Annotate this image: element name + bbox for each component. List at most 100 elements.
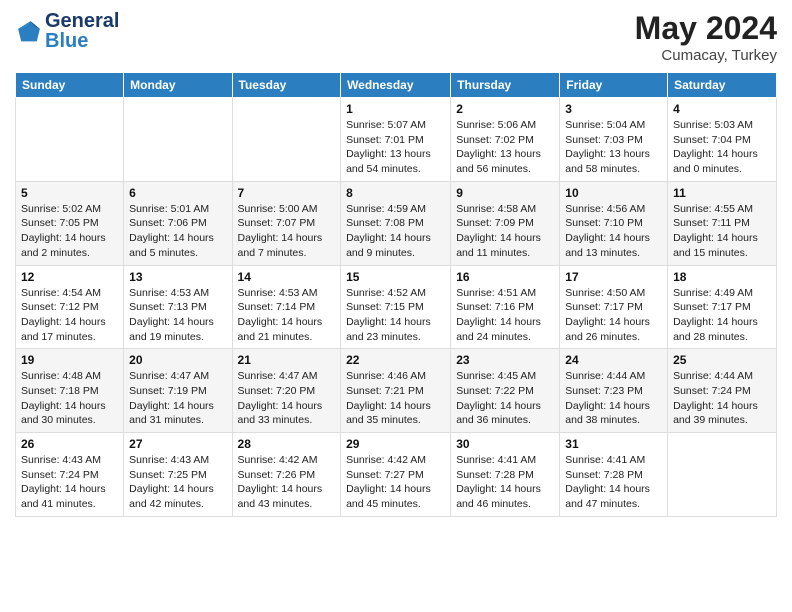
calendar-week-row: 1Sunrise: 5:07 AMSunset: 7:01 PMDaylight… <box>16 98 777 182</box>
calendar-cell: 7Sunrise: 5:00 AMSunset: 7:07 PMDaylight… <box>232 181 341 265</box>
weekday-header: Friday <box>560 73 668 98</box>
calendar-cell: 2 Sunrise: 5:06 AMSunset: 7:02 PMDaylight… <box>451 98 560 182</box>
day-info: Sunrise: 4:51 AMSunset: 7:16 PMDaylight:… <box>456 286 554 345</box>
calendar-cell: 13Sunrise: 4:53 AMSunset: 7:13 PMDayligh… <box>124 265 232 349</box>
day-number: 27 <box>129 437 226 451</box>
day-info: Sunrise: 4:43 AMSunset: 7:24 PMDaylight:… <box>21 453 118 512</box>
calendar-cell: 30Sunrise: 4:41 AMSunset: 7:28 PMDayligh… <box>451 433 560 517</box>
calendar-cell: 23Sunrise: 4:45 AMSunset: 7:22 PMDayligh… <box>451 349 560 433</box>
calendar-week-row: 19 Sunrise: 4:48 AMSunset: 7:18 PMDayligh… <box>16 349 777 433</box>
day-info: Sunrise: 4:48 AMSunset: 7:18 PMDaylight:… <box>21 369 118 428</box>
day-info: Sunrise: 4:41 AMSunset: 7:28 PMDaylight:… <box>456 453 554 512</box>
day-info: Sunrise: 4:43 AMSunset: 7:25 PMDaylight:… <box>129 453 226 512</box>
day-number: 18 <box>673 270 771 284</box>
calendar-cell: 28Sunrise: 4:42 AMSunset: 7:26 PMDayligh… <box>232 433 341 517</box>
logo-line2: Blue <box>45 30 119 53</box>
calendar-cell <box>232 98 341 182</box>
day-info: Sunrise: 5:02 AMSunset: 7:05 PMDaylight:… <box>21 202 118 261</box>
weekday-header: Monday <box>124 73 232 98</box>
day-info: Sunrise: 4:55 AMSunset: 7:11 PMDaylight:… <box>673 202 771 261</box>
calendar-table: SundayMondayTuesdayWednesdayThursdayFrid… <box>15 72 777 517</box>
header: General Blue May 2024 Cumacay, Turkey <box>15 10 777 64</box>
day-info: Sunrise: 4:44 AMSunset: 7:23 PMDaylight:… <box>565 369 662 428</box>
day-info: Sunrise: 4:46 AMSunset: 7:21 PMDaylight:… <box>346 369 445 428</box>
calendar-cell <box>668 433 777 517</box>
calendar-cell: 21Sunrise: 4:47 AMSunset: 7:20 PMDayligh… <box>232 349 341 433</box>
calendar-cell: 24 Sunrise: 4:44 AMSunset: 7:23 PMDayligh… <box>560 349 668 433</box>
weekday-header: Saturday <box>668 73 777 98</box>
calendar-cell: 1Sunrise: 5:07 AMSunset: 7:01 PMDaylight… <box>341 98 451 182</box>
day-number: 29 <box>346 437 445 451</box>
day-number: 23 <box>456 353 554 367</box>
day-info: Sunrise: 4:56 AMSunset: 7:10 PMDaylight:… <box>565 202 662 261</box>
calendar-cell: 26 Sunrise: 4:43 AMSunset: 7:24 PMDayligh… <box>16 433 124 517</box>
day-info: Sunrise: 4:41 AMSunset: 7:28 PMDaylight:… <box>565 453 662 512</box>
calendar-cell: 5Sunrise: 5:02 AMSunset: 7:05 PMDaylight… <box>16 181 124 265</box>
day-info: Sunrise: 5:06 AMSunset: 7:02 PMDaylight:… <box>456 118 554 177</box>
day-number: 9 <box>456 186 554 200</box>
day-info: Sunrise: 4:49 AMSunset: 7:17 PMDaylight:… <box>673 286 771 345</box>
calendar-cell: 8Sunrise: 4:59 AMSunset: 7:08 PMDaylight… <box>341 181 451 265</box>
calendar-cell <box>124 98 232 182</box>
calendar-cell: 11 Sunrise: 4:55 AMSunset: 7:11 PMDayligh… <box>668 181 777 265</box>
day-number: 31 <box>565 437 662 451</box>
calendar-cell: 29Sunrise: 4:42 AMSunset: 7:27 PMDayligh… <box>341 433 451 517</box>
day-number: 14 <box>238 270 336 284</box>
calendar-cell: 14 Sunrise: 4:53 AMSunset: 7:14 PMDayligh… <box>232 265 341 349</box>
calendar-cell: 25 Sunrise: 4:44 AMSunset: 7:24 PMDayligh… <box>668 349 777 433</box>
day-number: 12 <box>21 270 118 284</box>
day-info: Sunrise: 4:53 AMSunset: 7:14 PMDaylight:… <box>238 286 336 345</box>
day-number: 20 <box>129 353 226 367</box>
day-info: Sunrise: 4:50 AMSunset: 7:17 PMDaylight:… <box>565 286 662 345</box>
calendar-cell: 17 Sunrise: 4:50 AMSunset: 7:17 PMDayligh… <box>560 265 668 349</box>
day-info: Sunrise: 4:52 AMSunset: 7:15 PMDaylight:… <box>346 286 445 345</box>
logo-icon <box>15 18 43 46</box>
calendar-cell: 12 Sunrise: 4:54 AMSunset: 7:12 PMDayligh… <box>16 265 124 349</box>
day-number: 13 <box>129 270 226 284</box>
day-info: Sunrise: 4:58 AMSunset: 7:09 PMDaylight:… <box>456 202 554 261</box>
calendar-cell: 16Sunrise: 4:51 AMSunset: 7:16 PMDayligh… <box>451 265 560 349</box>
calendar-cell: 9 Sunrise: 4:58 AMSunset: 7:09 PMDaylight… <box>451 181 560 265</box>
day-number: 21 <box>238 353 336 367</box>
weekday-header: Thursday <box>451 73 560 98</box>
day-number: 26 <box>21 437 118 451</box>
day-number: 11 <box>673 186 771 200</box>
calendar-header-row: SundayMondayTuesdayWednesdayThursdayFrid… <box>16 73 777 98</box>
calendar-cell: 4 Sunrise: 5:03 AMSunset: 7:04 PMDaylight… <box>668 98 777 182</box>
month-title: May 2024 <box>635 10 777 47</box>
calendar-week-row: 12 Sunrise: 4:54 AMSunset: 7:12 PMDayligh… <box>16 265 777 349</box>
day-number: 10 <box>565 186 662 200</box>
title-block: May 2024 Cumacay, Turkey <box>635 10 777 64</box>
day-info: Sunrise: 5:03 AMSunset: 7:04 PMDaylight:… <box>673 118 771 177</box>
calendar-body: 1Sunrise: 5:07 AMSunset: 7:01 PMDaylight… <box>16 98 777 517</box>
location: Cumacay, Turkey <box>635 47 777 64</box>
day-number: 19 <box>21 353 118 367</box>
day-number: 22 <box>346 353 445 367</box>
day-number: 2 <box>456 102 554 116</box>
calendar-cell: 22 Sunrise: 4:46 AMSunset: 7:21 PMDayligh… <box>341 349 451 433</box>
calendar-cell: 6 Sunrise: 5:01 AMSunset: 7:06 PMDaylight… <box>124 181 232 265</box>
logo: General Blue <box>15 10 119 53</box>
day-info: Sunrise: 5:04 AMSunset: 7:03 PMDaylight:… <box>565 118 662 177</box>
day-number: 25 <box>673 353 771 367</box>
calendar-cell: 31 Sunrise: 4:41 AMSunset: 7:28 PMDayligh… <box>560 433 668 517</box>
calendar-cell: 27 Sunrise: 4:43 AMSunset: 7:25 PMDayligh… <box>124 433 232 517</box>
calendar-cell: 18 Sunrise: 4:49 AMSunset: 7:17 PMDayligh… <box>668 265 777 349</box>
weekday-header: Tuesday <box>232 73 341 98</box>
day-info: Sunrise: 4:47 AMSunset: 7:19 PMDaylight:… <box>129 369 226 428</box>
calendar-cell: 19 Sunrise: 4:48 AMSunset: 7:18 PMDayligh… <box>16 349 124 433</box>
day-number: 6 <box>129 186 226 200</box>
day-number: 15 <box>346 270 445 284</box>
page: General Blue May 2024 Cumacay, Turkey Su… <box>0 0 792 612</box>
day-info: Sunrise: 4:59 AMSunset: 7:08 PMDaylight:… <box>346 202 445 261</box>
day-number: 28 <box>238 437 336 451</box>
day-number: 4 <box>673 102 771 116</box>
day-info: Sunrise: 5:01 AMSunset: 7:06 PMDaylight:… <box>129 202 226 261</box>
day-number: 17 <box>565 270 662 284</box>
day-info: Sunrise: 4:54 AMSunset: 7:12 PMDaylight:… <box>21 286 118 345</box>
day-info: Sunrise: 4:44 AMSunset: 7:24 PMDaylight:… <box>673 369 771 428</box>
weekday-header: Sunday <box>16 73 124 98</box>
day-number: 7 <box>238 186 336 200</box>
day-number: 24 <box>565 353 662 367</box>
calendar-cell <box>16 98 124 182</box>
